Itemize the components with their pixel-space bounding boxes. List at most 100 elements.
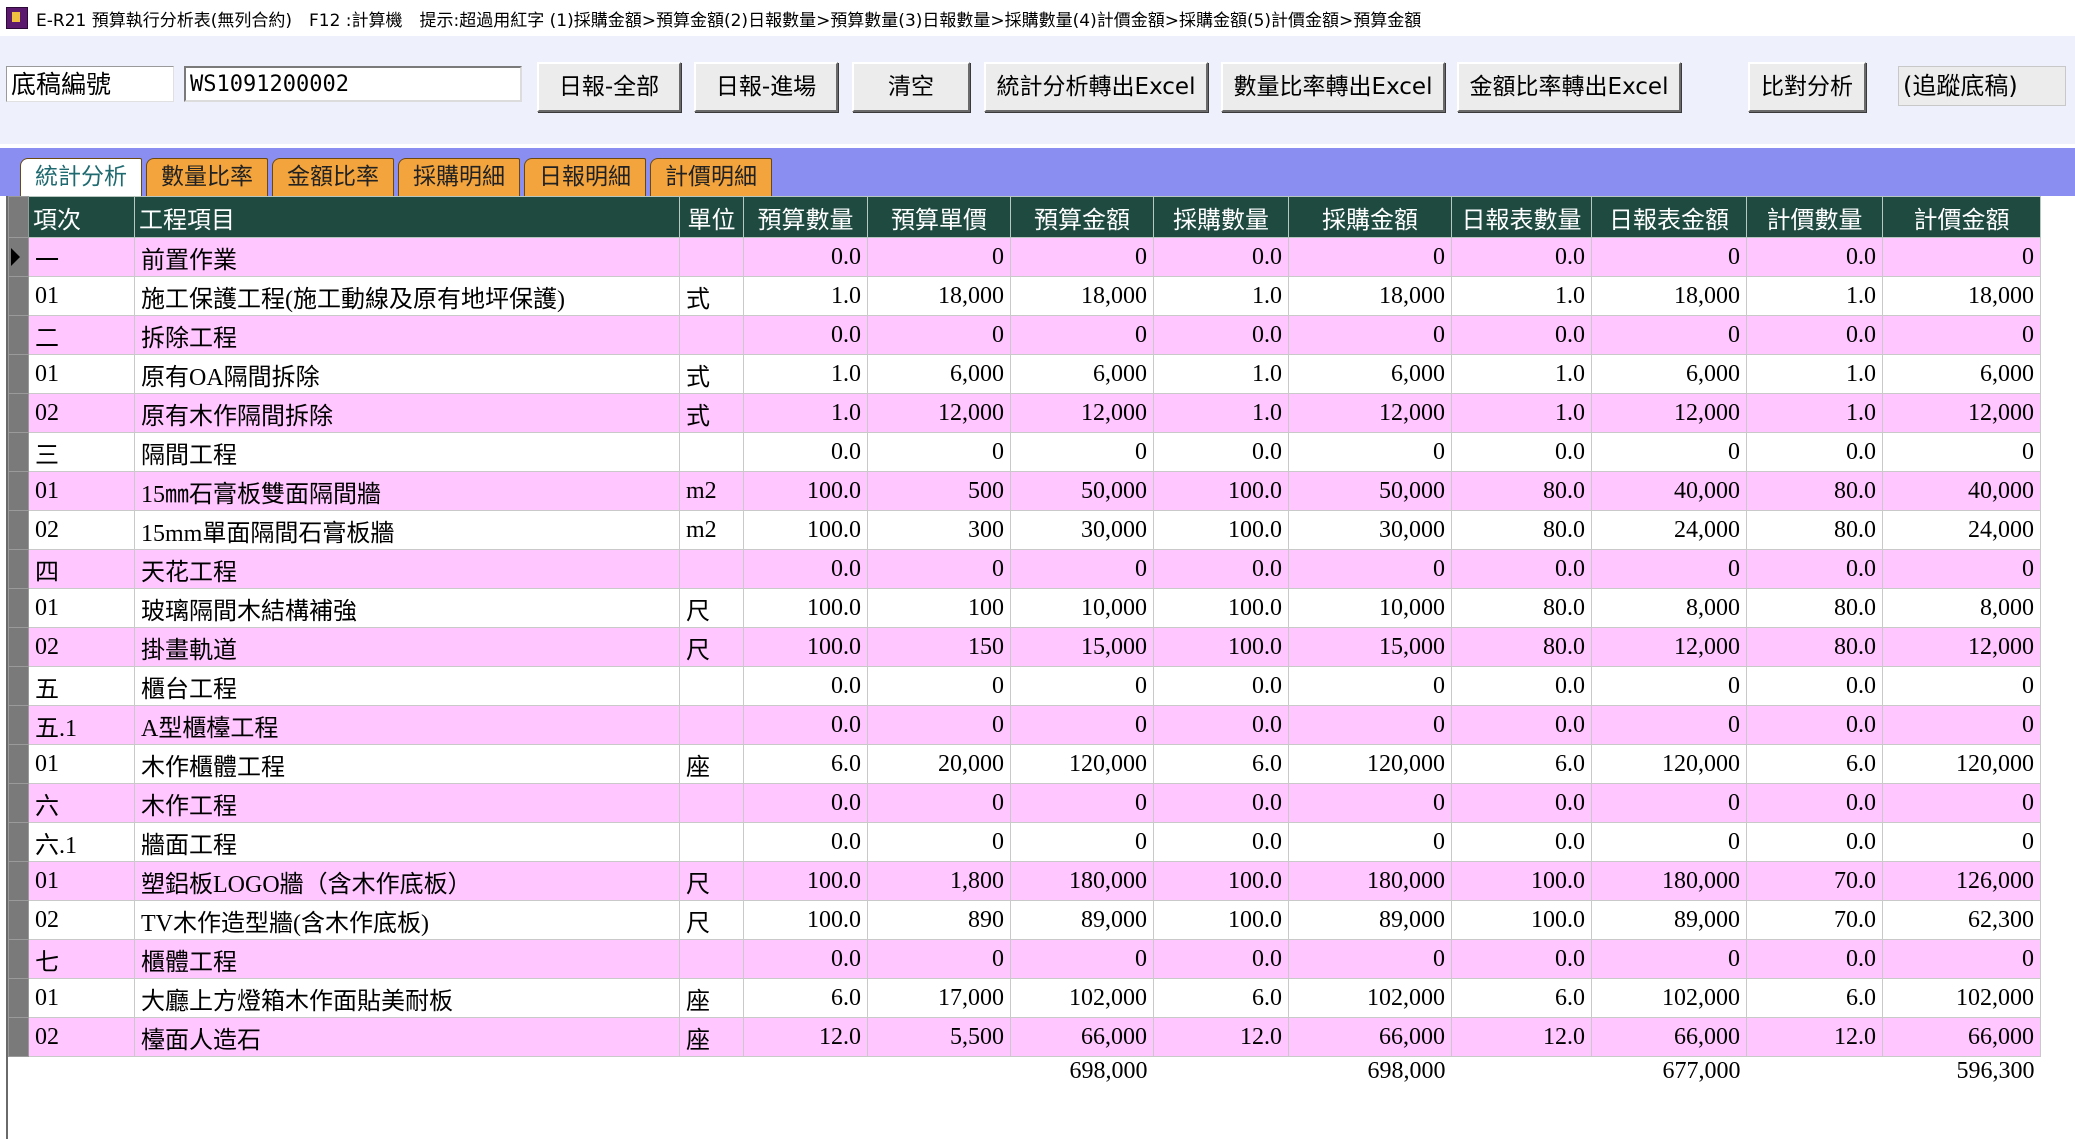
cell-valuation-amount[interactable]: 0 — [1882, 432, 2041, 472]
cell-budget-qty[interactable]: 1.0 — [743, 276, 868, 316]
cell-purchase-amount[interactable]: 180,000 — [1288, 861, 1452, 901]
cell-item-no[interactable]: 02 — [28, 1017, 135, 1057]
header-budget-qty[interactable]: 預算數量 — [743, 196, 868, 238]
cell-purchase-amount[interactable]: 0 — [1288, 549, 1452, 589]
header-valuation-amount[interactable]: 計價金額 — [1882, 196, 2041, 238]
cell-valuation-qty[interactable]: 0.0 — [1746, 666, 1883, 706]
row-indicator[interactable] — [8, 471, 29, 511]
cell-item-no[interactable]: 02 — [28, 900, 135, 940]
cell-budget-amount[interactable]: 0 — [1010, 666, 1154, 706]
cell-unit[interactable]: m2 — [679, 510, 744, 550]
cell-daily-amount[interactable]: 102,000 — [1591, 978, 1747, 1018]
cell-valuation-qty[interactable]: 80.0 — [1746, 588, 1883, 628]
cell-item-no[interactable]: 一 — [28, 237, 135, 277]
row-indicator[interactable] — [8, 588, 29, 628]
cell-budget-qty[interactable]: 0.0 — [743, 939, 868, 979]
cell-valuation-qty[interactable]: 80.0 — [1746, 510, 1883, 550]
cell-valuation-amount[interactable]: 0 — [1882, 783, 2041, 823]
table-row[interactable]: 五.1 A型櫃檯工程 0.0 0 0 0.0 0 0.0 0 0.0 0 — [8, 705, 2041, 745]
cell-budget-price[interactable]: 0 — [867, 432, 1011, 472]
cell-valuation-amount[interactable]: 0 — [1882, 237, 2041, 277]
table-row[interactable]: 01 玻璃隔間木結構補強尺 100.0 100 10,000 100.0 10,000 80.… — [8, 588, 2041, 628]
cell-daily-qty[interactable]: 80.0 — [1451, 471, 1592, 511]
qty-ratio-export-excel-button[interactable]: 數量比率轉出Excel — [1221, 62, 1445, 112]
cell-item-no[interactable]: 六 — [28, 783, 135, 823]
cell-daily-amount[interactable]: 24,000 — [1591, 510, 1747, 550]
table-row[interactable]: 七櫃體工程 0.0 0 0 0.0 0 0.0 0 0.0 0 — [8, 939, 2041, 979]
cell-daily-qty[interactable]: 1.0 — [1451, 393, 1592, 433]
cell-purchase-amount[interactable]: 0 — [1288, 666, 1452, 706]
cell-valuation-qty[interactable]: 80.0 — [1746, 471, 1883, 511]
cell-purchase-qty[interactable]: 100.0 — [1153, 471, 1289, 511]
cell-daily-qty[interactable]: 0.0 — [1451, 237, 1592, 277]
table-row[interactable]: 二拆除工程 0.0 0 0 0.0 0 0.0 0 0.0 0 — [8, 315, 2041, 355]
cell-budget-price[interactable]: 500 — [867, 471, 1011, 511]
cell-daily-qty[interactable]: 6.0 — [1451, 978, 1592, 1018]
table-row[interactable]: 四天花工程 0.0 0 0 0.0 0 0.0 0 0.0 0 — [8, 549, 2041, 589]
cell-budget-price[interactable]: 890 — [867, 900, 1011, 940]
cell-budget-qty[interactable]: 0.0 — [743, 237, 868, 277]
cell-unit[interactable]: 式 — [679, 393, 744, 433]
cell-daily-amount[interactable]: 6,000 — [1591, 354, 1747, 394]
table-row[interactable]: 01 塑鋁板LOGO牆（含木作底板）尺 100.0 1,800 180,000 100.0… — [8, 861, 2041, 901]
cell-purchase-amount[interactable]: 89,000 — [1288, 900, 1452, 940]
cell-budget-qty[interactable]: 0.0 — [743, 783, 868, 823]
cell-daily-qty[interactable]: 0.0 — [1451, 315, 1592, 355]
cell-budget-amount[interactable]: 0 — [1010, 939, 1154, 979]
cell-work-item[interactable]: 拆除工程 — [134, 315, 680, 355]
cell-budget-qty[interactable]: 0.0 — [743, 666, 868, 706]
cell-purchase-qty[interactable]: 100.0 — [1153, 900, 1289, 940]
cell-budget-price[interactable]: 0 — [867, 705, 1011, 745]
cell-valuation-qty[interactable]: 0.0 — [1746, 549, 1883, 589]
cell-budget-qty[interactable]: 0.0 — [743, 705, 868, 745]
cell-valuation-amount[interactable]: 8,000 — [1882, 588, 2041, 628]
tab-quantity-ratio[interactable]: 數量比率 — [146, 158, 268, 196]
cell-daily-qty[interactable]: 0.0 — [1451, 783, 1592, 823]
cell-valuation-amount[interactable]: 0 — [1882, 705, 2041, 745]
cell-daily-amount[interactable]: 0 — [1591, 315, 1747, 355]
cell-daily-amount[interactable]: 0 — [1591, 432, 1747, 472]
tab-purchase-detail[interactable]: 採購明細 — [398, 158, 520, 196]
cell-valuation-qty[interactable]: 80.0 — [1746, 627, 1883, 667]
cell-work-item[interactable]: 15mm單面隔間石膏板牆 — [134, 510, 680, 550]
cell-daily-amount[interactable]: 0 — [1591, 549, 1747, 589]
cell-budget-amount[interactable]: 15,000 — [1010, 627, 1154, 667]
cell-daily-amount[interactable]: 0 — [1591, 939, 1747, 979]
cell-valuation-qty[interactable]: 1.0 — [1746, 276, 1883, 316]
cell-purchase-qty[interactable]: 100.0 — [1153, 588, 1289, 628]
cell-budget-amount[interactable]: 89,000 — [1010, 900, 1154, 940]
cell-unit[interactable]: 式 — [679, 354, 744, 394]
draft-number-input[interactable] — [184, 66, 522, 102]
cell-purchase-amount[interactable]: 12,000 — [1288, 393, 1452, 433]
row-indicator[interactable] — [8, 783, 29, 823]
cell-purchase-amount[interactable]: 102,000 — [1288, 978, 1452, 1018]
daily-entry-button[interactable]: 日報-進場 — [694, 62, 838, 112]
cell-unit[interactable] — [679, 939, 744, 979]
cell-valuation-qty[interactable]: 70.0 — [1746, 900, 1883, 940]
cell-purchase-amount[interactable]: 0 — [1288, 315, 1452, 355]
cell-daily-qty[interactable]: 80.0 — [1451, 510, 1592, 550]
cell-budget-price[interactable]: 5,500 — [867, 1017, 1011, 1057]
table-row[interactable]: 02 檯面人造石座 12.0 5,500 66,000 12.0 66,000 12.0 66,… — [8, 1017, 2041, 1057]
table-row[interactable]: 01 木作櫃體工程座 6.0 20,000 120,000 6.0 120,000 6.0 12… — [8, 744, 2041, 784]
cell-work-item[interactable]: 櫃體工程 — [134, 939, 680, 979]
cell-budget-qty[interactable]: 100.0 — [743, 510, 868, 550]
cell-budget-amount[interactable]: 0 — [1010, 549, 1154, 589]
tab-amount-ratio[interactable]: 金額比率 — [272, 158, 394, 196]
cell-daily-qty[interactable]: 0.0 — [1451, 432, 1592, 472]
cell-unit[interactable]: 尺 — [679, 588, 744, 628]
cell-budget-amount[interactable]: 18,000 — [1010, 276, 1154, 316]
cell-daily-amount[interactable]: 8,000 — [1591, 588, 1747, 628]
cell-unit[interactable]: 尺 — [679, 861, 744, 901]
cell-budget-qty[interactable]: 12.0 — [743, 1017, 868, 1057]
row-indicator[interactable] — [8, 1017, 29, 1057]
tab-valuation-detail[interactable]: 計價明細 — [650, 158, 772, 196]
cell-purchase-amount[interactable]: 0 — [1288, 432, 1452, 472]
cell-daily-qty[interactable]: 100.0 — [1451, 900, 1592, 940]
cell-valuation-qty[interactable]: 1.0 — [1746, 354, 1883, 394]
cell-purchase-qty[interactable]: 0.0 — [1153, 939, 1289, 979]
table-row[interactable]: 六.1 牆面工程 0.0 0 0 0.0 0 0.0 0 0.0 0 — [8, 822, 2041, 862]
cell-unit[interactable] — [679, 237, 744, 277]
row-indicator[interactable] — [8, 978, 29, 1018]
cell-unit[interactable] — [679, 822, 744, 862]
